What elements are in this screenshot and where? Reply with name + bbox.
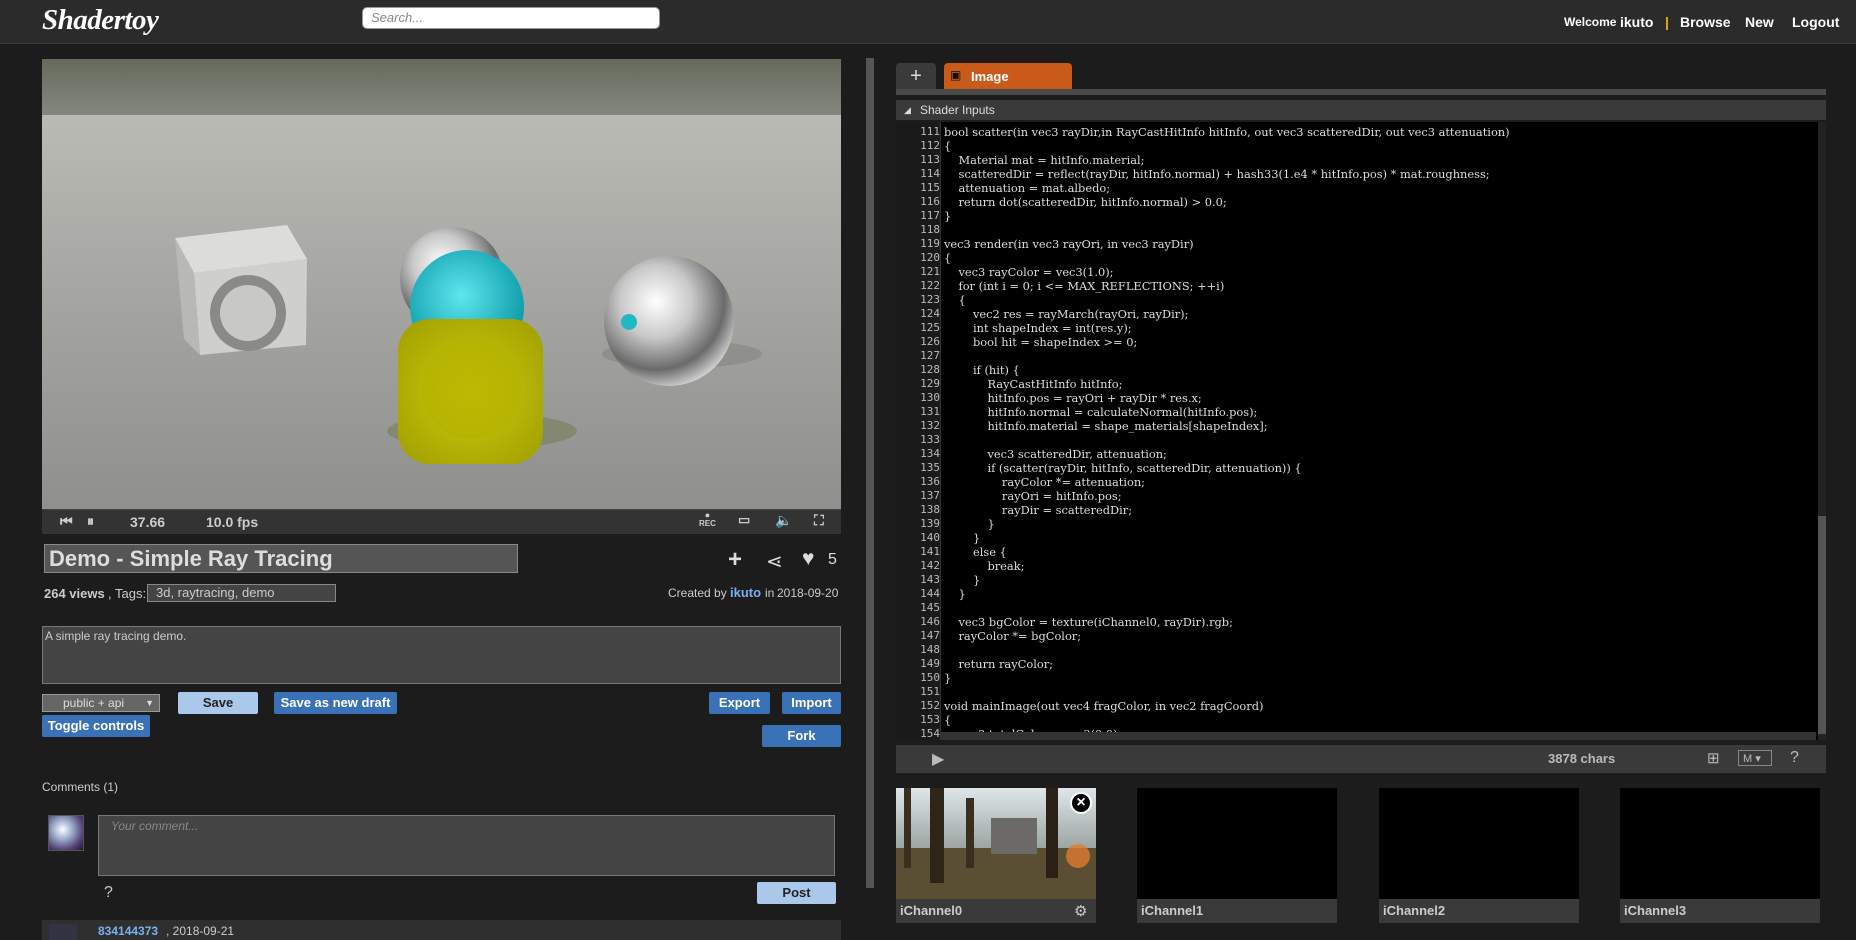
description-textarea[interactable]: A simple ray tracing demo.	[42, 626, 841, 684]
save-button[interactable]: Save	[178, 692, 258, 714]
export-button[interactable]: Export	[709, 692, 770, 714]
channel-label: iChannel3	[1620, 899, 1820, 923]
add-to-playlist-icon[interactable]: +	[728, 546, 742, 574]
code-editor[interactable]: 111 112 113 114 115 116 117 118 119 120 …	[896, 122, 1826, 740]
shadertoy-logo[interactable]: Shadertoy	[42, 4, 159, 37]
pause-icon[interactable]: ⏸	[87, 513, 94, 530]
toggle-controls-button[interactable]: Toggle controls	[42, 715, 150, 737]
author-link[interactable]: ikuto	[730, 585, 761, 600]
fps-display: 10.0 fps	[206, 514, 259, 530]
avatar	[49, 924, 77, 940]
comment-author-link[interactable]: 834144373	[98, 924, 158, 938]
tags-input[interactable]: 3d, raytracing, demo	[147, 584, 336, 602]
like-heart-icon[interactable]: ♥	[802, 547, 814, 571]
channel-label: iChannel2	[1379, 899, 1579, 923]
visibility-value: public + api	[63, 696, 125, 710]
tab-image[interactable]: ▣ Image	[944, 63, 1072, 89]
rewind-icon[interactable]: ⏮	[60, 513, 73, 530]
visibility-select[interactable]: public + api ▼	[42, 694, 160, 712]
char-count: 3878 chars	[1548, 751, 1616, 766]
avatar	[48, 815, 84, 851]
channel-0[interactable]: × iChannel0 ⚙	[896, 788, 1096, 923]
logout-link[interactable]: Logout	[1792, 14, 1839, 30]
fullscreen-icon[interactable]: ⛶	[814, 512, 824, 529]
list-item: 834144373 , 2018-09-21	[42, 920, 841, 940]
rec-label: REC	[699, 519, 716, 528]
vr-icon[interactable]: ▭	[738, 512, 750, 528]
editor-footer: ▶ 3878 chars ⊞ M ▾ ?	[896, 745, 1826, 773]
compile-play-icon[interactable]: ▶	[932, 749, 944, 769]
gear-icon[interactable]: ⚙	[1074, 902, 1087, 920]
record-button[interactable]: ● REC	[699, 511, 716, 528]
chevron-down-icon: ▼	[145, 698, 154, 708]
created-date: 2018-09-20	[777, 586, 839, 600]
mode-select[interactable]: M ▾	[1738, 750, 1772, 766]
volume-icon[interactable]: 🔈	[775, 512, 792, 529]
save-as-draft-button[interactable]: Save as new draft	[274, 692, 397, 714]
help-icon[interactable]: ?	[104, 884, 113, 902]
collapse-arrow-icon: ◢	[904, 105, 911, 115]
comment-input[interactable]: Your comment...	[98, 815, 835, 876]
post-button[interactable]: Post	[757, 882, 836, 904]
browse-link[interactable]: Browse	[1680, 14, 1731, 30]
channel-2[interactable]: iChannel2	[1379, 788, 1579, 923]
panel-splitter[interactable]	[866, 58, 874, 888]
editor-help-icon[interactable]: ?	[1790, 749, 1799, 767]
nav-separator: |	[1665, 14, 1669, 30]
add-tab-button[interactable]: +	[896, 63, 936, 89]
import-button[interactable]: Import	[782, 692, 841, 714]
comments-label: Comments (1)	[42, 780, 119, 794]
player-controls: ⏮ ⏸ 37.66 10.0 fps ● REC ▭ 🔈 ⛶	[42, 509, 841, 534]
horizontal-scrollbar[interactable]	[940, 732, 1816, 740]
tab-image-label: Image	[971, 69, 1009, 84]
welcome-text: Welcome	[1564, 15, 1617, 29]
new-link[interactable]: New	[1745, 14, 1774, 30]
shader-viewport[interactable]	[42, 59, 841, 509]
tags-label: , Tags:	[108, 586, 147, 601]
shader-inputs-toggle[interactable]: ◢ Shader Inputs	[896, 100, 1826, 120]
channel-3[interactable]: iChannel3	[1620, 788, 1820, 923]
fullscreen-editor-icon[interactable]: ⊞	[1707, 749, 1720, 767]
share-icon[interactable]: ⋖	[766, 549, 783, 574]
shader-title-input[interactable]: Demo - Simple Ray Tracing	[44, 544, 518, 573]
line-numbers: 111 112 113 114 115 116 117 118 119 120 …	[920, 125, 940, 740]
monitor-icon: ▣	[950, 68, 962, 82]
view-count: 264 views	[44, 586, 105, 601]
created-by-label: Created by	[668, 586, 727, 600]
channel-1[interactable]: iChannel1	[1137, 788, 1337, 923]
username-link[interactable]: ikuto	[1620, 14, 1653, 30]
fork-button[interactable]: Fork	[762, 725, 841, 747]
rendered-scene	[42, 59, 841, 509]
time-display: 37.66	[130, 514, 166, 530]
channel-label: iChannel1	[1137, 899, 1337, 923]
mode-value: M	[1743, 753, 1753, 765]
comment-date: , 2018-09-21	[166, 924, 235, 938]
forest-texture-thumbnail	[896, 788, 1096, 899]
tab-underline	[896, 89, 1826, 95]
in-label: in	[765, 586, 775, 600]
channel-label: iChannel0	[896, 899, 1096, 923]
scrollbar-thumb[interactable]	[1818, 516, 1826, 734]
code-text[interactable]: bool scatter(in vec3 rayDir,in RayCastHi…	[944, 125, 1510, 740]
shader-inputs-label: Shader Inputs	[920, 103, 995, 117]
search-input[interactable]: Search...	[362, 7, 660, 29]
close-icon[interactable]: ×	[1070, 792, 1092, 814]
like-count: 5	[828, 551, 837, 568]
